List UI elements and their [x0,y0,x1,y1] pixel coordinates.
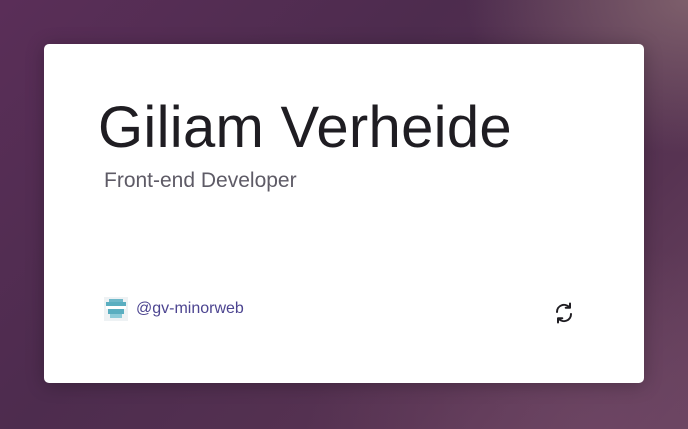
flip-card-button[interactable] [552,301,576,325]
refresh-arrows-icon [552,301,576,325]
profile-role: Front-end Developer [104,169,297,192]
profile-name: Giliam Verheide [98,95,512,160]
github-handle-link[interactable]: @gv-minorweb [104,297,244,321]
pixel-avatar-icon [104,297,128,321]
profile-card: Giliam Verheide Front-end Developer @gv-… [44,44,644,383]
github-handle-text: @gv-minorweb [136,300,244,317]
